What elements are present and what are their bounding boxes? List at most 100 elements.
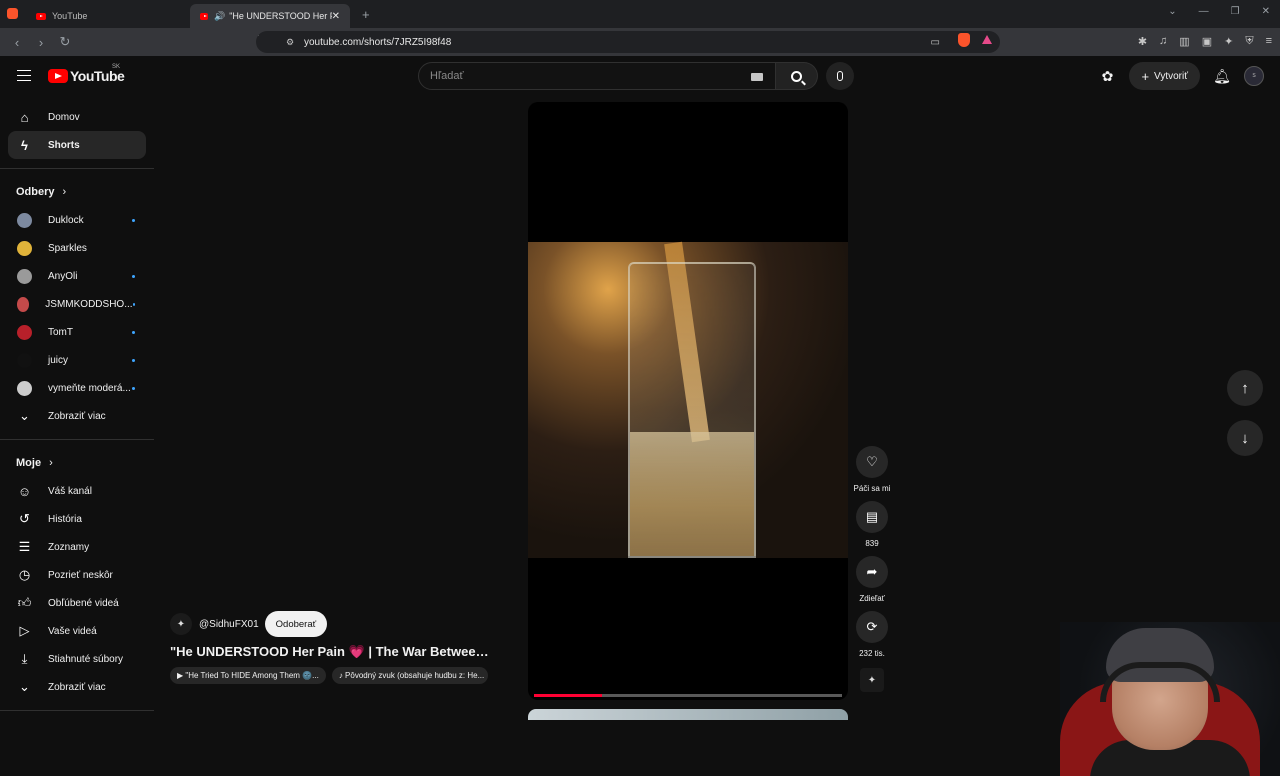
sound-thumbnail[interactable]: ✦ [860, 668, 884, 692]
masthead: YouTube SK Hľadať ✿ + Vytvoriť 🔔︎ S [0, 56, 1280, 96]
remix-button[interactable]: ⟳ [856, 611, 888, 643]
sidebar-item-subscription[interactable]: JSMMKODDSHO... [8, 290, 146, 318]
brave-shields-icon[interactable] [958, 33, 970, 47]
next-short-button[interactable]: ↓ [1227, 420, 1263, 456]
action-bar: ♡ Páči sa mi ▤ 839 ➦ Zdieľať ⟳ 232 tis. … [852, 446, 892, 700]
channel-name[interactable]: @SidhuFX01 [199, 619, 259, 630]
short-title[interactable]: "He UNDERSTOOD Her Pain 💗 | The War Betw… [170, 644, 490, 660]
sidebar-item-subscription[interactable]: juicy [8, 346, 146, 374]
sidebar-item-subscription[interactable]: Duklock [8, 206, 146, 234]
keyboard-icon[interactable] [751, 73, 763, 81]
watch-later-icon: ◷ [18, 567, 31, 582]
search-icon [791, 70, 802, 82]
reload-icon[interactable]: ↻ [58, 34, 72, 50]
sidebar-item-subscription[interactable]: Sparkles [8, 234, 146, 262]
leo-ai-icon[interactable]: ✦ [1224, 35, 1233, 48]
cast-icon[interactable]: ▭ [931, 37, 940, 48]
sidebar-item-liked[interactable]: 👍︎ Obľúbené videá [8, 589, 146, 617]
tab-youtube[interactable]: YouTube [26, 4, 182, 28]
sidebar-item-your-videos[interactable]: ▷ Vaše videá [8, 617, 146, 645]
you-list: ☺ Váš kanál ↺ História ☰ Zoznamy ◷ Pozrieť nesk… [0, 477, 154, 673]
you-heading[interactable]: Moje › [0, 449, 154, 477]
sidebar-item-playlists[interactable]: ☰ Zoznamy [8, 533, 146, 561]
sidebar-item-channel[interactable]: ☺ Váš kanál [8, 477, 146, 505]
sidebar-item-shorts[interactable]: ϟ Shorts [8, 131, 146, 159]
comments-count: 839 [865, 539, 879, 548]
sidebar-item-downloads[interactable]: ⤓ Stiahnuté súbory [8, 645, 146, 673]
sidebar-item-label: juicy [48, 354, 69, 366]
related-video-chip[interactable]: ▶ "He Tried To HIDE Among Them 🌚... [170, 667, 326, 684]
media-icon[interactable]: ♫ [1159, 35, 1167, 48]
sound-chip[interactable]: ♪ Pôvodný zvuk (obsahuje hudbu z: He... [331, 667, 488, 684]
url-text: youtube.com/shorts/7JRZ5I98f48 [304, 36, 452, 48]
microphone-icon [837, 71, 843, 81]
new-content-dot [132, 218, 135, 222]
site-info-icon[interactable]: ⚙ [286, 37, 294, 48]
arrow-up-icon: ↑ [1241, 379, 1249, 397]
search-input[interactable]: Hľadať [418, 62, 776, 90]
voice-search-button[interactable] [826, 62, 854, 90]
close-window-icon[interactable]: ✕ [1262, 6, 1270, 17]
sidebar-item-label: vymeňte moderá... [48, 382, 131, 394]
notifications-bell-icon[interactable]: 🔔︎ [1213, 68, 1231, 84]
sidebar-item-watch-later[interactable]: ◷ Pozrieť neskôr [8, 561, 146, 589]
vpn-icon[interactable]: ⛨ [1245, 35, 1253, 48]
sidebar-item-history[interactable]: ↺ História [8, 505, 146, 533]
guide-menu-icon[interactable] [17, 70, 31, 81]
extensions-icon[interactable]: ✱ [1138, 35, 1147, 48]
tab-list-icon[interactable]: ⌄ [1168, 6, 1176, 17]
back-icon[interactable]: ‹ [10, 35, 24, 50]
divider [0, 439, 154, 440]
brave-rewards-icon[interactable] [982, 35, 992, 44]
create-button[interactable]: + Vytvoriť [1129, 62, 1200, 90]
heart-icon: ♡ [866, 454, 878, 469]
sidebar-item-label: Vaše videá [48, 625, 97, 637]
address-bar[interactable]: ⚙ youtube.com/shorts/7JRZ5I98f48 ▭ [256, 31, 1000, 53]
forward-icon[interactable]: › [34, 35, 48, 50]
sidebar-item-home[interactable]: ⌂ Domov [8, 103, 146, 131]
sidebar-item-label: TomT [48, 326, 73, 338]
like-button[interactable]: ♡ [856, 446, 888, 478]
show-more-you[interactable]: ⌄ Zobraziť viac [8, 673, 146, 701]
sidebar-item-label: Domov [48, 111, 80, 123]
search-button[interactable] [776, 62, 818, 90]
restore-icon[interactable]: ❐ [1231, 6, 1240, 17]
youtube-logo[interactable]: YouTube SK [48, 64, 125, 84]
next-short-preview[interactable] [528, 709, 848, 720]
youtube-app: YouTube SK Hľadať ✿ + Vytvoriť 🔔︎ S ⌂ Do… [0, 56, 1280, 776]
divider [0, 168, 154, 169]
shorts-upload-icon[interactable]: ✿ [1099, 68, 1115, 84]
arrow-down-icon: ↓ [1241, 429, 1249, 447]
streamer-webcam-overlay [1060, 622, 1280, 776]
sidebar-item-subscription[interactable]: TomT [8, 318, 146, 346]
sidebar-item-subscription[interactable]: vymeňte moderá... [8, 374, 146, 402]
sidebar-item-subscription[interactable]: AnyOli [8, 262, 146, 290]
progress-fill [534, 694, 602, 697]
new-tab-icon[interactable]: + [362, 7, 370, 22]
sidebar-icon[interactable]: ▥ [1179, 35, 1189, 48]
channel-avatar[interactable]: ✦ [170, 613, 192, 635]
show-more-subscriptions[interactable]: ⌄ Zobraziť viac [8, 402, 146, 430]
subscriptions-heading[interactable]: Odbery › [0, 178, 154, 206]
shorts-icon: ϟ [21, 137, 28, 153]
sidebar-item-label: AnyOli [48, 270, 78, 282]
chevron-down-icon: ⌄ [19, 408, 30, 423]
brave-menu-icon[interactable] [7, 8, 18, 19]
short-video-player[interactable] [528, 102, 848, 700]
video-progress-bar[interactable] [534, 694, 842, 697]
wallet-icon[interactable]: ▣ [1202, 35, 1212, 48]
account-avatar[interactable]: S [1244, 66, 1264, 86]
sidebar-item-label: Váš kanál [48, 485, 92, 497]
search-placeholder: Hľadať [430, 70, 464, 82]
tab-short-active[interactable]: 🔊 "He UNDERSTOOD Her Pain ❤ ✕ [190, 4, 350, 28]
browser-menu-icon[interactable]: ≡ [1266, 35, 1272, 48]
close-tab-icon[interactable]: ✕ [332, 11, 340, 22]
minimize-icon[interactable]: — [1199, 6, 1209, 17]
subscribe-button[interactable]: Odoberať [264, 611, 328, 637]
masthead-actions: ✿ + Vytvoriť 🔔︎ S [1099, 62, 1264, 90]
comments-button[interactable]: ▤ [856, 501, 888, 533]
share-button[interactable]: ➦ [856, 556, 888, 588]
sidebar-item-label: Shorts [48, 139, 80, 151]
channel-avatar [17, 212, 32, 228]
previous-short-button[interactable]: ↑ [1227, 370, 1263, 406]
